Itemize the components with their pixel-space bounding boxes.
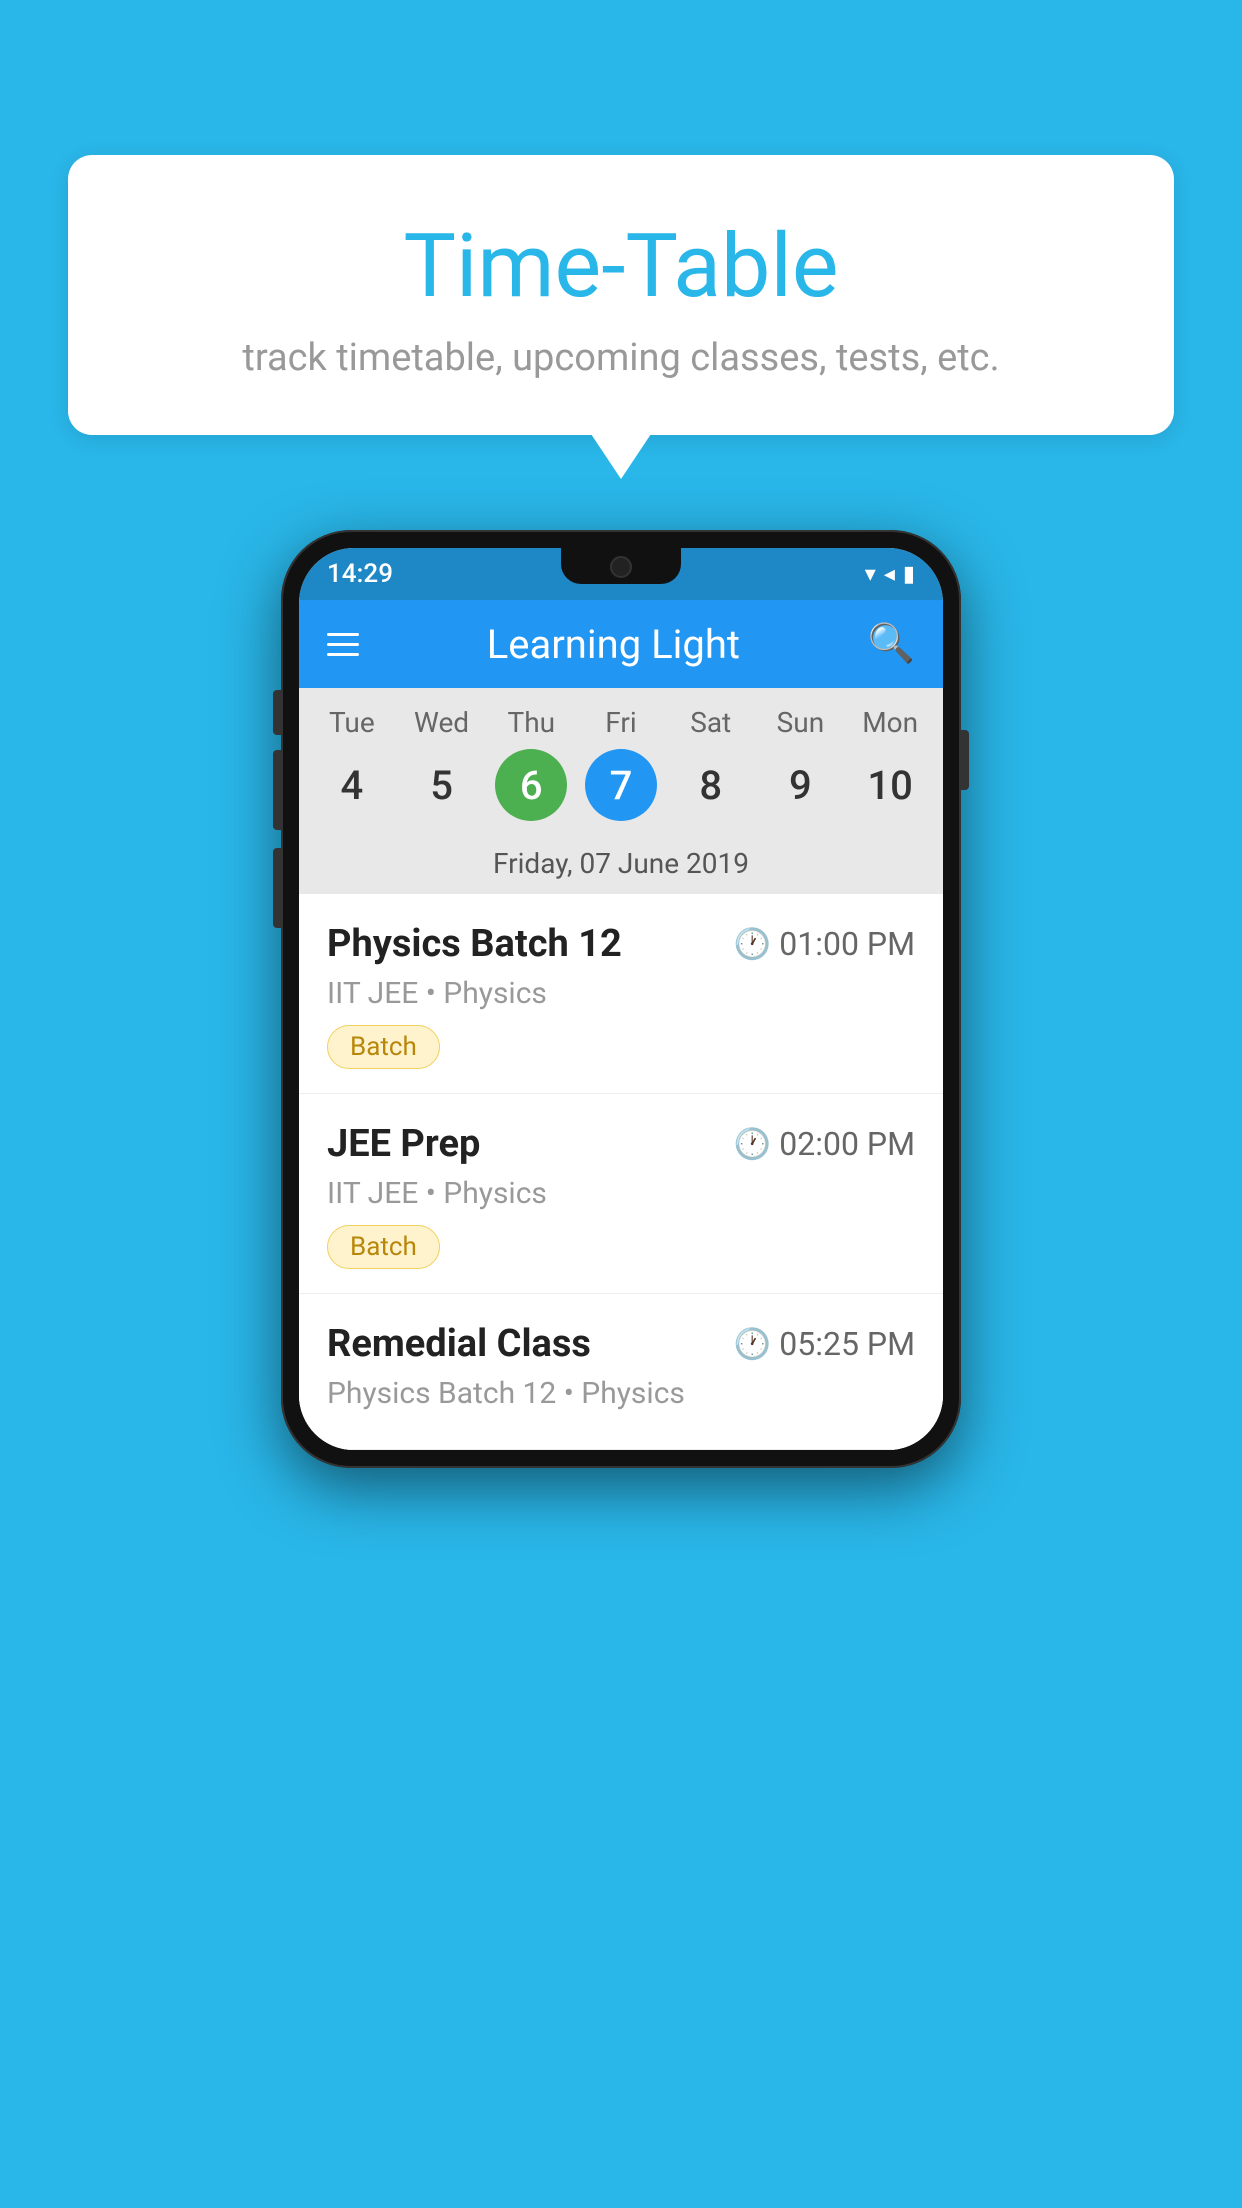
batch-tag-2: Batch [327,1225,440,1269]
date-9[interactable]: 9 [756,749,846,821]
day-fri: Fri [576,706,666,749]
silent-button [273,690,281,735]
selected-date-label: Friday, 07 June 2019 [299,839,943,894]
schedule-meta-2: IIT JEE • Physics [327,1176,915,1211]
day-sat: Sat [666,706,756,749]
calendar-strip: Tue Wed Thu Fri Sat Sun Mon 4 5 [299,688,943,894]
volume-up-button [273,750,281,830]
schedule-item-1-header: Physics Batch 12 🕐 01:00 PM [327,922,915,966]
clock-icon-2: 🕐 [734,1127,771,1162]
day-mon: Mon [845,706,935,749]
day-tue: Tue [307,706,397,749]
day-sun: Sun [756,706,846,749]
schedule-title-2: JEE Prep [327,1122,480,1166]
wifi-icon: ▾ [865,562,876,587]
schedule-meta-3: Physics Batch 12 • Physics [327,1376,915,1411]
date-8[interactable]: 8 [666,749,756,821]
phone-screen: 14:29 ▾ ◂ ▮ Learning Light 🔍 [299,548,943,1450]
schedule-item-2[interactable]: JEE Prep 🕐 02:00 PM IIT JEE • Physics Ba… [299,1094,943,1294]
batch-tag-1: Batch [327,1025,440,1069]
signal-icon: ◂ [884,562,895,587]
day-wed: Wed [397,706,487,749]
bubble-title: Time-Table [128,215,1114,318]
clock-icon-1: 🕐 [734,927,771,962]
schedule-time-1: 🕐 01:00 PM [734,925,915,963]
speech-bubble-section: Time-Table track timetable, upcoming cla… [68,155,1174,435]
date-4[interactable]: 4 [307,749,397,821]
power-button [961,730,969,790]
search-icon[interactable]: 🔍 [868,622,915,666]
date-6-today[interactable]: 6 [486,749,576,821]
phone-outer: 14:29 ▾ ◂ ▮ Learning Light 🔍 [281,530,961,1468]
menu-icon[interactable] [327,633,359,656]
schedule-title-1: Physics Batch 12 [327,922,622,966]
status-time: 14:29 [327,559,393,589]
dates-row: 4 5 6 7 8 9 [299,749,943,839]
schedule-time-3: 🕐 05:25 PM [734,1325,915,1363]
battery-icon: ▮ [903,562,915,587]
time-value-2: 02:00 PM [779,1125,915,1163]
days-header: Tue Wed Thu Fri Sat Sun Mon [299,706,943,749]
schedule-item-2-header: JEE Prep 🕐 02:00 PM [327,1122,915,1166]
date-10[interactable]: 10 [845,749,935,821]
date-7-selected[interactable]: 7 [576,749,666,821]
status-icons: ▾ ◂ ▮ [865,562,915,587]
time-value-1: 01:00 PM [779,925,915,963]
time-value-3: 05:25 PM [779,1325,915,1363]
phone-notch [561,548,681,584]
schedule-meta-1: IIT JEE • Physics [327,976,915,1011]
schedule-item-1[interactable]: Physics Batch 12 🕐 01:00 PM IIT JEE • Ph… [299,894,943,1094]
clock-icon-3: 🕐 [734,1327,771,1362]
bubble-subtitle: track timetable, upcoming classes, tests… [128,336,1114,380]
phone-mockup: 14:29 ▾ ◂ ▮ Learning Light 🔍 [281,530,961,1468]
schedule-title-3: Remedial Class [327,1322,591,1366]
schedule-item-3[interactable]: Remedial Class 🕐 05:25 PM Physics Batch … [299,1294,943,1450]
date-5[interactable]: 5 [397,749,487,821]
volume-down-button [273,848,281,928]
day-thu: Thu [486,706,576,749]
front-camera [610,556,632,578]
schedule-item-3-header: Remedial Class 🕐 05:25 PM [327,1322,915,1366]
app-title: Learning Light [383,621,844,668]
schedule-time-2: 🕐 02:00 PM [734,1125,915,1163]
schedule-list: Physics Batch 12 🕐 01:00 PM IIT JEE • Ph… [299,894,943,1450]
app-bar: Learning Light 🔍 [299,600,943,688]
speech-bubble: Time-Table track timetable, upcoming cla… [68,155,1174,435]
